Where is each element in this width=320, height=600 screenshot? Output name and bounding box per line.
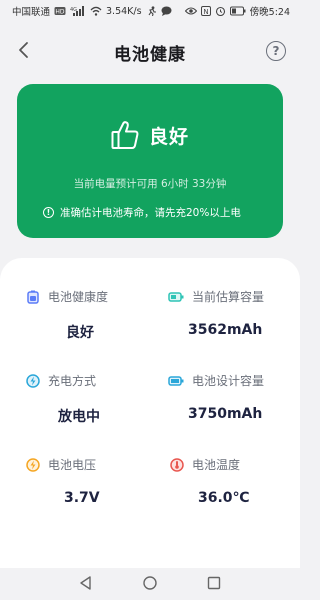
stat-value: 3750mAh [188, 406, 263, 422]
battery-full-icon [168, 375, 184, 386]
stat-label: 电池健康度 [48, 290, 109, 304]
stat-current-capacity: 当前估算容量 3562mAh [150, 288, 300, 348]
battery-level-icon [168, 291, 184, 302]
nfc-icon: N [200, 6, 211, 16]
eye-icon [184, 7, 197, 15]
stat-design-capacity: 电池设计容量 3750mAh [150, 372, 300, 432]
status-bar: 中国联通 HD 4G 3.54K/s N 傍晚5:24 [0, 0, 300, 22]
voltage-icon [26, 457, 40, 472]
stat-label: 电池电压 [48, 458, 97, 472]
stat-value: 36.0℃ [198, 490, 250, 506]
charge-tip-text: 准确估计电池寿命，请先充20%以上电 [60, 207, 241, 219]
info-icon: ! [43, 207, 54, 218]
help-button[interactable]: ? [266, 41, 286, 61]
page-title: 电池健康 [114, 45, 186, 65]
wifi-icon [90, 6, 102, 16]
running-icon [148, 6, 156, 16]
clock: 傍晚5:24 [249, 7, 290, 18]
nav-recents-button[interactable] [206, 575, 222, 591]
recents-square-icon [207, 576, 221, 590]
remaining-time-estimate: 当前电量预计可用 6小时 33分钟 [73, 178, 227, 190]
signal-icon: 4G [70, 6, 85, 16]
question-mark-icon: ? [272, 44, 280, 58]
status-bar-left: 中国联通 HD 4G 3.54K/s [12, 4, 172, 18]
battery-stats-panel: 电池健康度 良好 当前估算容量 3562mAh 充电方式 放电中 电池设计容量 … [0, 258, 300, 568]
stat-voltage: 电池电压 3.7V [0, 456, 150, 516]
chat-bubble-icon [161, 6, 172, 16]
stat-label: 充电方式 [48, 374, 97, 388]
stat-value: 3562mAh [188, 322, 263, 338]
battery-health-icon [27, 290, 39, 304]
stat-battery-health: 电池健康度 良好 [0, 288, 150, 348]
svg-text:N: N [203, 8, 208, 16]
stat-value: 良好 [66, 325, 94, 341]
svg-text:4G: 4G [70, 7, 77, 13]
alarm-icon [215, 6, 225, 16]
stat-label: 电池温度 [192, 458, 241, 472]
system-nav-bar [0, 568, 300, 600]
status-bar-right: N 傍晚5:24 [184, 4, 290, 18]
hd-icon: HD [54, 7, 66, 16]
app-header: 电池健康 ? [0, 30, 300, 70]
nav-back-button[interactable] [78, 575, 94, 591]
stat-label: 当前估算容量 [192, 290, 265, 304]
stat-temperature: 电池温度 36.0℃ [150, 456, 300, 516]
health-status-card: 良好 当前电量预计可用 6小时 33分钟 ! 准确估计电池寿命，请先充20%以上… [17, 84, 283, 238]
svg-text:HD: HD [55, 9, 65, 16]
carrier-name: 中国联通 [12, 7, 51, 18]
thermometer-icon [170, 457, 184, 472]
health-status: 良好 [148, 125, 189, 148]
stat-label: 电池设计容量 [192, 374, 265, 388]
stat-value: 放电中 [58, 409, 100, 425]
thumbs-up-icon [111, 121, 139, 149]
charging-icon [26, 373, 40, 388]
charge-tip: ! 准确估计电池寿命，请先充20%以上电 [43, 205, 241, 220]
back-triangle-icon [80, 576, 91, 590]
nav-home-button[interactable] [142, 575, 158, 591]
battery-icon [229, 6, 246, 16]
stat-charging-mode: 充电方式 放电中 [0, 372, 150, 432]
network-speed: 3.54K/s [106, 5, 142, 17]
home-circle-icon [143, 576, 157, 590]
stat-value: 3.7V [64, 490, 100, 506]
health-status-row: 良好 [17, 120, 283, 150]
